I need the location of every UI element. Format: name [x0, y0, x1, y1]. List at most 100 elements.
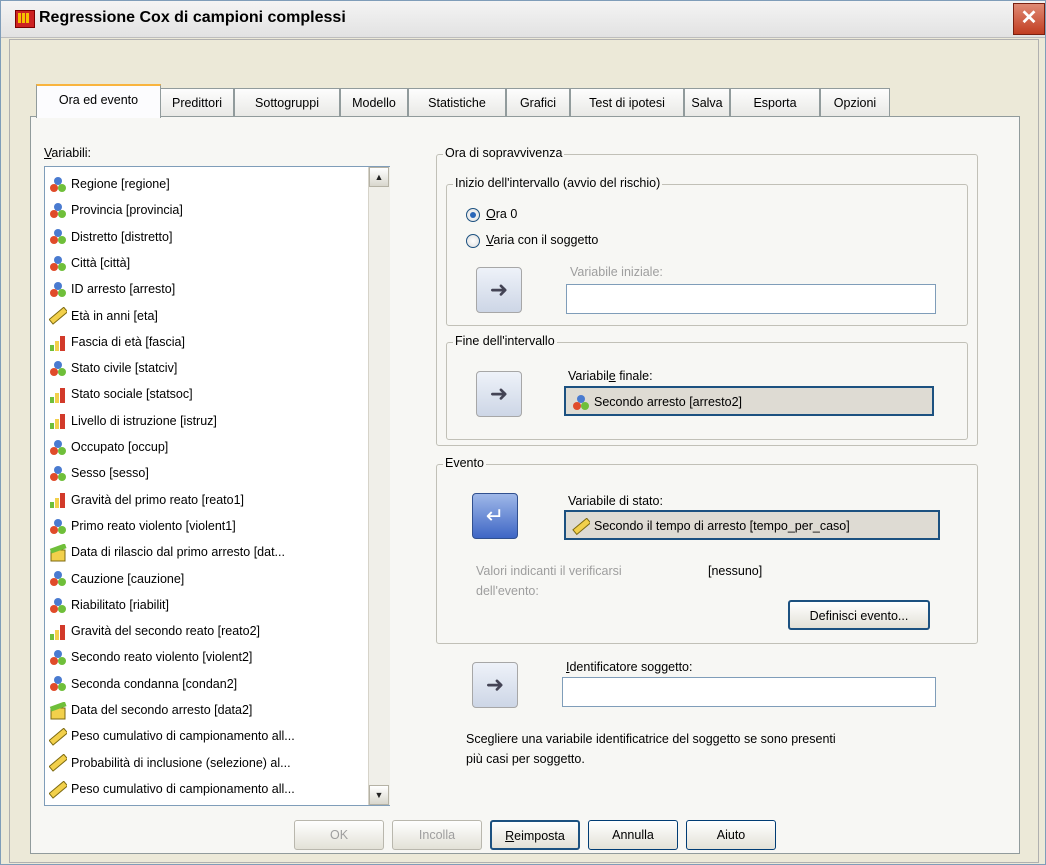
move-end-variable-button[interactable]: ➜ — [476, 371, 522, 417]
list-item-label: Data di rilascio dal primo arresto [dat.… — [71, 545, 285, 560]
status-variable-field[interactable]: Secondo il tempo di arresto [tempo_per_c… — [564, 510, 940, 540]
subject-hint-line-2: più casi per soggetto. — [466, 752, 585, 766]
end-variable-label: Variabile finale: — [568, 369, 653, 383]
tab-opzioni[interactable]: Opzioni — [820, 88, 890, 116]
list-item-label: Peso cumulativo di campionamento all... — [71, 729, 295, 744]
move-status-variable-button[interactable]: ↵ — [472, 493, 518, 539]
list-item[interactable]: Data di rilascio dal primo arresto [dat.… — [49, 539, 285, 565]
start-variable-label: Variabile iniziale: — [570, 265, 663, 279]
scroll-down-button[interactable]: ▼ — [369, 785, 389, 805]
move-subject-variable-button[interactable]: ➜ — [472, 662, 518, 708]
close-button[interactable]: ✕ — [1013, 3, 1045, 35]
nominal-variable-icon — [49, 675, 67, 693]
list-item[interactable]: Data del secondo arresto [data2] — [49, 697, 252, 723]
tab-esporta[interactable]: Esporta — [730, 88, 820, 116]
radio-varies-label[interactable]: Varia con il soggetto — [486, 233, 598, 247]
list-item[interactable]: Livello di istruzione [istruz] — [49, 408, 217, 434]
variables-label: Variabili: — [44, 146, 92, 160]
list-item[interactable]: Peso cumulativo di campionamento all... — [48, 776, 295, 802]
list-item[interactable]: Stato sociale [statsoc] — [49, 381, 193, 407]
list-item[interactable]: Fascia di età [fascia] — [49, 329, 185, 355]
ordinal-variable-icon — [49, 491, 67, 509]
help-button[interactable]: Aiuto — [686, 820, 776, 850]
list-item-label: Cauzione [cauzione] — [71, 571, 185, 586]
ordinal-variable-icon — [49, 623, 67, 641]
list-item[interactable]: Peso cumulativo di campionamento all... — [48, 723, 295, 749]
list-item[interactable]: Età in anni [eta] — [48, 303, 158, 329]
list-item-label: Data del secondo arresto [data2] — [71, 703, 253, 717]
radio-time-zero[interactable] — [466, 208, 480, 222]
variables-listbox[interactable]: Regione [regione] Provincia [provincia] Di… — [44, 166, 390, 806]
list-item[interactable]: Riabilitato [riabilit] — [49, 592, 169, 618]
list-item-label: Fascia di età [fascia] — [71, 334, 185, 349]
tab-grafici[interactable]: Grafici — [506, 88, 570, 116]
window-title: Regressione Cox di campioni complessi — [39, 9, 346, 26]
tab-ora-ed-evento[interactable]: Ora ed evento — [36, 84, 161, 118]
list-item[interactable]: Probabilità di inclusione (selezione) al… — [48, 750, 291, 776]
tab-statistiche[interactable]: Statistiche — [408, 88, 506, 116]
subject-identifier-field[interactable] — [562, 677, 936, 707]
list-item[interactable]: ID arresto [arresto] — [49, 276, 175, 302]
list-item[interactable]: Sesso [sesso] — [49, 460, 149, 486]
list-item[interactable]: Città [città] — [49, 250, 130, 276]
list-item-label: Provincia [provincia] — [71, 203, 183, 218]
list-item-label: Probabilità di inclusione (selezione) al… — [71, 755, 291, 770]
event-title: Evento — [443, 456, 486, 470]
tab-predittori[interactable]: Predittori — [160, 88, 234, 116]
nominal-variable-icon — [49, 439, 67, 457]
list-item-label: Stato sociale [statsoc] — [71, 387, 193, 402]
list-item[interactable]: Occupato [occup] — [49, 434, 168, 460]
interval-end-title: Fine dell'intervallo — [453, 334, 557, 348]
list-item[interactable]: Gravità del secondo reato [reato2] — [49, 618, 260, 644]
nominal-variable-icon — [49, 360, 67, 378]
subject-hint-line-1: Scegliere una variabile identificatrice … — [466, 732, 836, 746]
list-item[interactable]: Primo reato violento [violent1] — [49, 513, 236, 539]
list-item[interactable]: Provincia [provincia] — [49, 197, 183, 223]
tab-salva[interactable]: Salva — [684, 88, 730, 116]
tab-sottogruppi[interactable]: Sottogruppi — [234, 88, 340, 116]
event-values-value: [nessuno] — [708, 564, 763, 578]
list-item[interactable]: Secondo reato violento [violent2] — [49, 644, 252, 670]
list-item-label: Stato civile [statciv] — [71, 361, 178, 376]
list-item-label: Occupato [occup] — [71, 440, 169, 454]
nominal-variable-icon — [49, 202, 67, 220]
ok-button[interactable]: OK — [294, 820, 384, 850]
list-item[interactable]: Gravità del primo reato [reato1] — [49, 487, 244, 513]
list-item[interactable]: Cauzione [cauzione] — [49, 566, 184, 592]
status-variable-label: Variabile di stato: — [568, 494, 663, 508]
move-start-variable-button[interactable]: ➜ — [476, 267, 522, 313]
define-event-button[interactable]: Definisci evento... — [788, 600, 930, 630]
tab-modello[interactable]: Modello — [340, 88, 408, 116]
list-item[interactable]: Regione [regione] — [49, 171, 170, 197]
start-variable-field[interactable] — [566, 284, 936, 314]
list-item[interactable]: Seconda condanna [condan2] — [49, 671, 237, 697]
variables-scrollbar[interactable]: ▲ ▼ — [368, 167, 390, 805]
title-bar[interactable]: Regressione Cox di campioni complessi ✕ — [1, 1, 1045, 38]
end-variable-field[interactable]: Secondo arresto [arresto2] — [564, 386, 934, 416]
radio-varies-with-subject[interactable] — [466, 234, 480, 248]
list-item-label: Riabilitato [riabilit] — [71, 597, 169, 612]
radio-time-zero-label[interactable]: Ora 0 — [486, 207, 517, 221]
list-item-label: Città [città] — [71, 255, 131, 270]
app-icon — [15, 10, 35, 28]
list-item-label: Livello di istruzione [istruz] — [71, 413, 217, 428]
list-item-label: Età in anni [eta] — [71, 308, 158, 323]
list-item[interactable]: Distretto [distretto] — [49, 224, 172, 250]
tab-test-di-ipotesi[interactable]: Test di ipotesi — [570, 88, 684, 116]
cancel-button[interactable]: Annulla — [588, 820, 678, 850]
scale-variable-icon — [48, 780, 69, 799]
scale-variable-icon — [48, 727, 69, 746]
scale-variable-icon — [48, 753, 69, 773]
event-values-label-2: dell'evento: — [476, 584, 539, 598]
nominal-variable-icon — [49, 465, 67, 483]
list-item[interactable]: Stato civile [statciv] — [49, 355, 177, 381]
list-item-label: Gravità del secondo reato [reato2] — [71, 624, 261, 639]
list-item-label: Distretto [distretto] — [71, 229, 173, 244]
scroll-up-button[interactable]: ▲ — [369, 167, 389, 187]
list-item-label: Regione [regione] — [71, 177, 170, 191]
nominal-variable-icon — [49, 228, 67, 246]
reset-button[interactable]: Reimposta — [490, 820, 580, 850]
paste-button[interactable]: Incolla — [392, 820, 482, 850]
list-item-label: ID arresto [arresto] — [71, 282, 176, 297]
nominal-variable-icon — [49, 518, 67, 536]
